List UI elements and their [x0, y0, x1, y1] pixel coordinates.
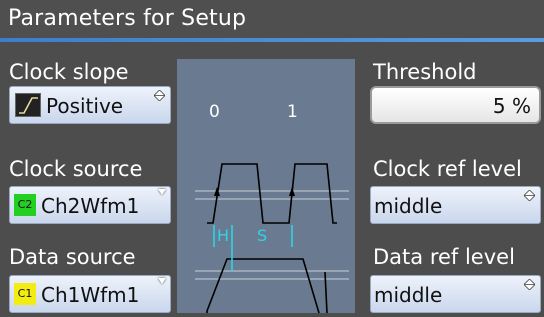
clock-slope-dropdown[interactable]: Positive [9, 86, 171, 124]
toggle-diamond-icon [524, 190, 535, 201]
dialog-title: Parameters for Setup [8, 6, 247, 31]
channel-tag: C1 [14, 283, 36, 305]
clock-slope-value: Positive [46, 94, 124, 118]
rising-edge-icon [15, 93, 41, 117]
bit-one-label: 1 [287, 102, 298, 122]
data-ref-level-label: Data ref level [373, 245, 515, 269]
threshold-input[interactable]: 5 % [370, 86, 541, 124]
data-source-label: Data source [9, 245, 136, 269]
data-ref-level-dropdown[interactable]: middle [370, 275, 541, 313]
clock-slope-label: Clock slope [9, 60, 129, 84]
data-ref-level-value: middle [374, 283, 443, 307]
clock-source-value: Ch2Wfm1 [41, 194, 140, 218]
dropdown-arrow-icon [158, 278, 166, 284]
threshold-value: 5 % [492, 94, 531, 118]
threshold-label: Threshold [373, 60, 477, 84]
clock-source-dropdown[interactable]: C2 Ch2Wfm1 [9, 186, 171, 224]
setup-hold-diagram: 0 1 H S [177, 59, 355, 317]
title-bar: Parameters for Setup [0, 0, 544, 42]
setup-label: S [257, 226, 268, 245]
toggle-diamond-icon [154, 90, 165, 101]
channel-tag: C2 [14, 194, 36, 216]
dropdown-arrow-icon [158, 189, 166, 195]
data-source-value: Ch1Wfm1 [41, 283, 140, 307]
clock-ref-level-label: Clock ref level [373, 157, 522, 181]
toggle-diamond-icon [524, 279, 535, 290]
clock-ref-level-value: middle [374, 194, 443, 218]
clock-source-label: Clock source [9, 157, 143, 181]
clock-ref-level-dropdown[interactable]: middle [370, 186, 541, 224]
bit-zero-label: 0 [209, 102, 220, 122]
title-accent-line [0, 38, 544, 42]
data-source-dropdown[interactable]: C1 Ch1Wfm1 [9, 275, 171, 313]
hold-label: H [217, 226, 230, 245]
